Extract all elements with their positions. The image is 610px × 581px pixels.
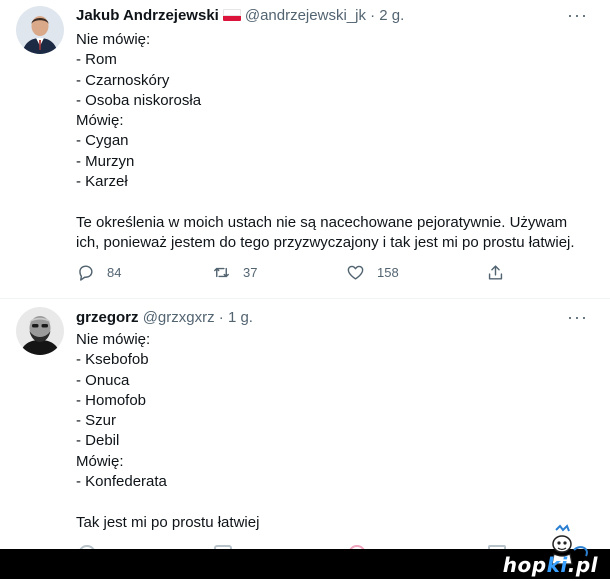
- text-line: ich, ponieważ jestem do tego przyzwyczaj…: [76, 233, 575, 251]
- like-count: 158: [377, 265, 399, 280]
- watermark-part2: ki: [546, 553, 568, 577]
- poland-flag-icon: [222, 9, 241, 21]
- retweet-icon: [214, 267, 229, 278]
- text-line: - Konfederata: [76, 473, 167, 491]
- text-line: - Homofob: [76, 391, 147, 409]
- text-line: - Osoba niskorosła: [76, 91, 202, 109]
- tweet-actions: 84 37 158: [76, 263, 516, 285]
- text-line: - Szur: [76, 412, 117, 430]
- text-line: - Onuca: [76, 371, 130, 389]
- more-options-icon[interactable]: ···: [567, 6, 588, 24]
- text-line: Te określenia w moich ustach nie są nace…: [76, 213, 568, 231]
- tweet-header: grzegorz @grzxgxrz · 1 g.: [76, 308, 253, 328]
- retweet-count: 37: [243, 265, 258, 280]
- tweet-time[interactable]: 2 g.: [379, 7, 404, 24]
- reply-icon: [79, 265, 93, 281]
- text-line: - Ksebofob: [76, 351, 149, 369]
- watermark-logo: hopki.pl: [503, 553, 598, 577]
- text-line: [76, 492, 259, 512]
- separator: ·: [218, 309, 224, 326]
- tweet[interactable]: grzegorz @grzxgxrz · 1 g. ··· Nie mówię:…: [0, 299, 610, 549]
- retweet-button[interactable]: 37: [212, 263, 257, 282]
- watermark-suffix: .pl: [567, 553, 598, 577]
- separator: ·: [370, 7, 376, 24]
- more-options-icon[interactable]: ···: [567, 308, 588, 326]
- tweet-header: Jakub Andrzejewski @andrzejewski_jk · 2 g…: [76, 6, 404, 26]
- text-line: Mówię:: [76, 112, 124, 130]
- text-line: - Czarnoskóry: [76, 71, 170, 89]
- text-line: - Rom: [76, 51, 117, 69]
- text-line: - Murzyn: [76, 152, 135, 170]
- heart-icon: [347, 265, 364, 280]
- text-line: Mówię:: [76, 452, 124, 470]
- share-button[interactable]: [486, 263, 505, 282]
- watermark-part1: hop: [502, 553, 547, 577]
- like-button[interactable]: 158: [346, 263, 399, 282]
- tweet-time[interactable]: 1 g.: [228, 309, 253, 326]
- author-handle[interactable]: @andrzejewski_jk: [245, 7, 366, 24]
- avatar[interactable]: [16, 307, 64, 355]
- author-handle[interactable]: @grzxgxrz: [143, 309, 215, 326]
- text-line: - Debil: [76, 432, 120, 450]
- author-name[interactable]: Jakub Andrzejewski: [76, 7, 219, 24]
- text-line: - Karzeł: [76, 173, 128, 191]
- text-line: - Cygan: [76, 132, 129, 150]
- text-line: Nie mówię:: [76, 31, 151, 48]
- author-name[interactable]: grzegorz: [76, 309, 139, 326]
- text-line: Tak jest mi po prostu łatwiej: [76, 513, 260, 531]
- reply-button[interactable]: 84: [76, 263, 121, 282]
- tweet-text: Nie mówię: - Rom - Czarnoskóry - Osoba n…: [76, 30, 575, 253]
- avatar[interactable]: [16, 6, 64, 54]
- reply-count: 84: [107, 265, 122, 280]
- tweet-text: Nie mówię: - Ksebofob - Onuca - Homofob …: [76, 330, 259, 533]
- text-line: [76, 192, 575, 212]
- tweet[interactable]: Jakub Andrzejewski @andrzejewski_jk · 2 g…: [0, 0, 610, 299]
- text-line: Nie mówię:: [76, 331, 151, 348]
- share-icon: [488, 265, 503, 280]
